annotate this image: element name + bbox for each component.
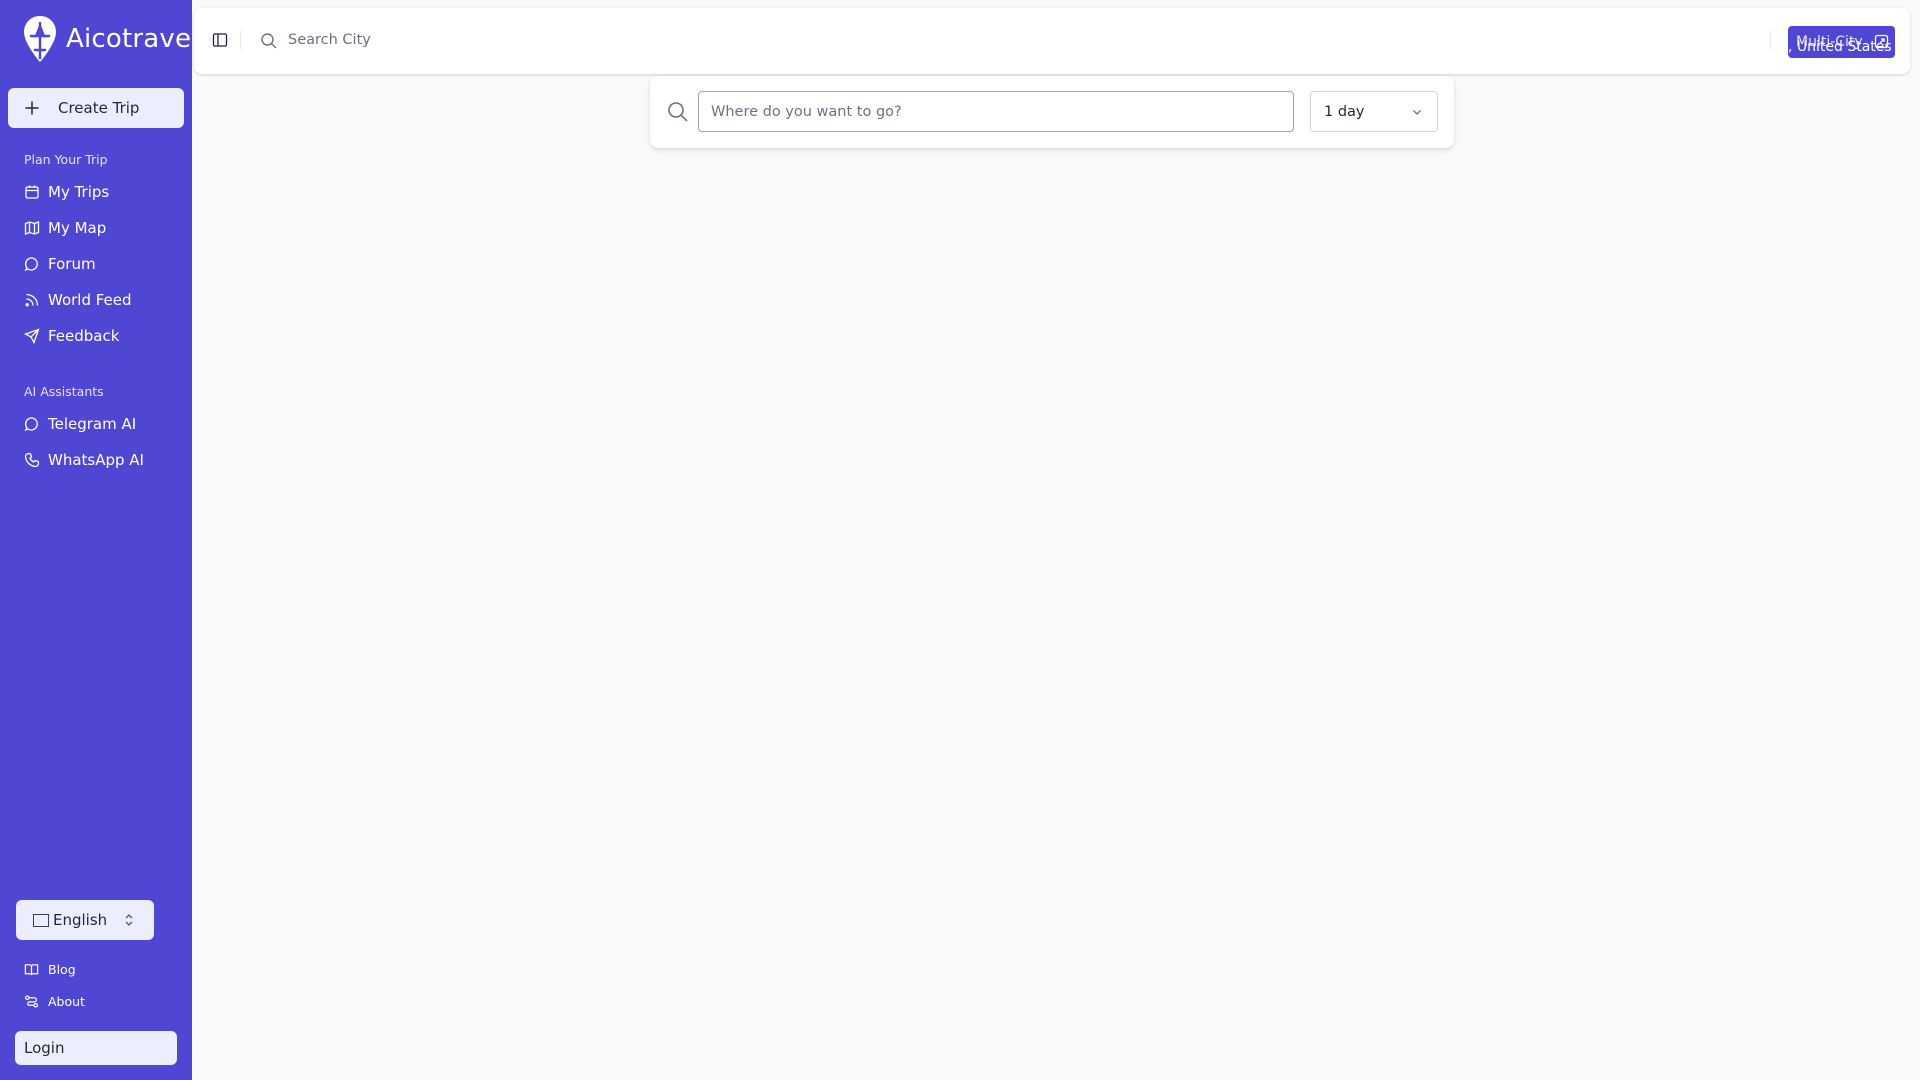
route-icon bbox=[24, 994, 39, 1008]
sidebar-item-label: Forum bbox=[48, 255, 96, 273]
brand-name: Aicotrave bbox=[66, 24, 192, 54]
book-open-icon bbox=[24, 963, 39, 975]
sidebar-item-label: My Trips bbox=[48, 183, 110, 201]
sidebar-item-whatsapp-ai[interactable]: WhatsApp AI bbox=[24, 448, 144, 472]
sidebar-item-label: Feedback bbox=[48, 327, 120, 345]
sidebar-item-feedback[interactable]: Feedback bbox=[24, 324, 119, 348]
sidebar-item-label: World Feed bbox=[48, 291, 132, 309]
sidebar: Aicotrave Create Trip Plan Your Trip My … bbox=[0, 0, 192, 1080]
phone-icon bbox=[24, 452, 40, 468]
sidebar-item-my-trips[interactable]: My Trips bbox=[24, 180, 109, 204]
search-icon bbox=[261, 33, 277, 49]
create-trip-label: Create Trip bbox=[58, 99, 140, 117]
chevron-up-down-icon bbox=[125, 914, 133, 926]
section-label-ai: AI Assistants bbox=[24, 384, 104, 399]
language-select[interactable]: English bbox=[16, 900, 154, 940]
rss-icon bbox=[25, 293, 39, 307]
message-circle-icon bbox=[24, 417, 38, 432]
location-text: , United States bbox=[1788, 39, 1892, 55]
duration-value: 1 day bbox=[1324, 103, 1365, 120]
sidebar-item-telegram-ai[interactable]: Telegram AI bbox=[24, 412, 136, 436]
header-divider bbox=[1770, 31, 1771, 49]
sidebar-item-label: My Map bbox=[48, 219, 107, 237]
duration-select[interactable]: 1 day bbox=[1310, 91, 1438, 132]
footer-link-label: Blog bbox=[48, 961, 76, 977]
login-button[interactable]: Login bbox=[15, 1031, 177, 1065]
sidebar-item-label: Telegram AI bbox=[48, 415, 137, 433]
destination-search-panel: 1 day bbox=[650, 76, 1454, 148]
plus-icon bbox=[25, 101, 39, 115]
sidebar-item-label: WhatsApp AI bbox=[48, 451, 144, 469]
footer-link-about[interactable]: About bbox=[24, 991, 85, 1011]
top-header: Multi-City , United States bbox=[194, 8, 1910, 74]
chevron-down-icon bbox=[1413, 110, 1421, 115]
footer-link-label: About bbox=[48, 993, 85, 1009]
city-search-input[interactable] bbox=[288, 28, 1188, 52]
section-label-plan: Plan Your Trip bbox=[24, 152, 108, 167]
sidebar-item-world-feed[interactable]: World Feed bbox=[24, 288, 132, 312]
create-trip-button[interactable]: Create Trip bbox=[8, 88, 184, 128]
header-divider bbox=[240, 31, 241, 49]
location-pin-plane-icon bbox=[24, 16, 56, 62]
footer-link-blog[interactable]: Blog bbox=[24, 959, 76, 979]
message-circle-icon bbox=[24, 257, 38, 272]
language-label: English bbox=[53, 911, 108, 929]
send-icon bbox=[24, 328, 40, 344]
map-icon bbox=[24, 221, 40, 235]
calendar-icon bbox=[25, 185, 39, 199]
sidebar-toggle-icon[interactable] bbox=[212, 32, 228, 48]
search-icon bbox=[668, 102, 688, 122]
destination-input[interactable] bbox=[698, 91, 1294, 132]
multi-city-button[interactable]: Multi-City , United States bbox=[1788, 26, 1895, 58]
sidebar-item-my-map[interactable]: My Map bbox=[24, 216, 106, 240]
brand-logo[interactable]: Aicotrave bbox=[22, 14, 191, 64]
sidebar-item-forum[interactable]: Forum bbox=[24, 252, 96, 276]
flag-icon bbox=[33, 913, 49, 927]
